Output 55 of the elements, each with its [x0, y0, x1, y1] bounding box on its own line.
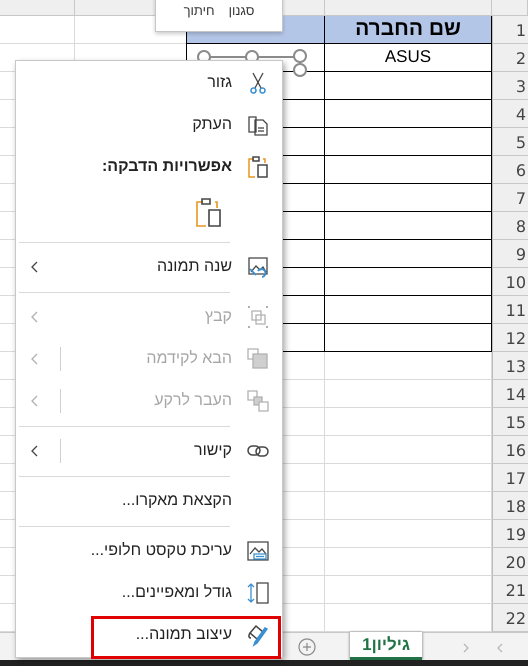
chevron-left-icon — [29, 444, 39, 458]
menu-item[interactable]: העתק — [16, 104, 282, 146]
row-number[interactable]: 13 — [492, 352, 528, 380]
row-number[interactable]: 15 — [492, 408, 528, 436]
chevron-left-icon — [29, 394, 39, 408]
table-header-cell: שם החברה — [324, 16, 492, 44]
menu-item[interactable]: קישור — [16, 430, 282, 472]
row-number[interactable]: 2 — [492, 44, 528, 72]
row-number[interactable]: 16 — [492, 436, 528, 464]
row-number[interactable]: 9 — [492, 240, 528, 268]
alt-text-icon — [246, 539, 270, 563]
menu-item[interactable]: עיצוב תמונה... — [16, 614, 282, 656]
row-number[interactable]: 5 — [492, 128, 528, 156]
chevron-left-icon — [29, 310, 39, 324]
row-number[interactable]: 20 — [492, 548, 528, 576]
row-number[interactable]: 21 — [492, 576, 528, 604]
row-number[interactable]: 1 — [492, 16, 528, 44]
menu-item[interactable]: עריכת טקסט חלופי... — [16, 530, 282, 572]
size-icon — [246, 581, 270, 605]
row-number[interactable]: 19 — [492, 520, 528, 548]
toolbar-button[interactable]: סגנון — [228, 3, 254, 18]
chevron-left-icon — [29, 352, 39, 366]
column-header[interactable] — [325, 0, 492, 16]
group-icon — [246, 305, 270, 329]
clipboard-icon — [194, 197, 224, 229]
sheet-tab[interactable]: גיליון1 — [350, 632, 422, 660]
row-number[interactable]: 12 — [492, 324, 528, 352]
add-sheet-icon[interactable] — [298, 638, 316, 656]
bring-forward-icon — [246, 347, 270, 371]
row-number[interactable]: 3 — [492, 72, 528, 100]
row-number[interactable]: 11 — [492, 296, 528, 324]
scroll-right-icon[interactable] — [462, 642, 470, 654]
row-number[interactable]: 7 — [492, 184, 528, 212]
image-swap-icon — [246, 255, 270, 279]
menu-item[interactable]: גזור — [16, 62, 282, 104]
column-header[interactable] — [0, 0, 75, 16]
select-all-button[interactable] — [492, 0, 528, 16]
row-number[interactable]: 6 — [492, 156, 528, 184]
row-number[interactable]: 4 — [492, 100, 528, 128]
menu-item[interactable]: הקצאת מאקרו... — [16, 480, 282, 522]
chevron-left-icon — [29, 260, 39, 274]
toolbar-button[interactable]: חיתוך — [184, 3, 215, 18]
row-number[interactable]: 10 — [492, 268, 528, 296]
scroll-left-icon[interactable] — [496, 642, 504, 654]
send-backward-icon — [246, 389, 270, 413]
row-number[interactable]: 14 — [492, 380, 528, 408]
row-number[interactable]: 18 — [492, 492, 528, 520]
menu-item[interactable]: גודל ומאפיינים... — [16, 572, 282, 614]
row-number[interactable]: 22 — [492, 604, 528, 632]
menu-item[interactable]: שנה תמונה — [16, 246, 282, 288]
row-number[interactable]: 17 — [492, 464, 528, 492]
paint-brush-icon — [246, 623, 270, 647]
row-number[interactable]: 8 — [492, 212, 528, 240]
clipboard-icon — [246, 155, 270, 179]
menu-section-title: אפשרויות הדבקה: — [102, 158, 233, 176]
